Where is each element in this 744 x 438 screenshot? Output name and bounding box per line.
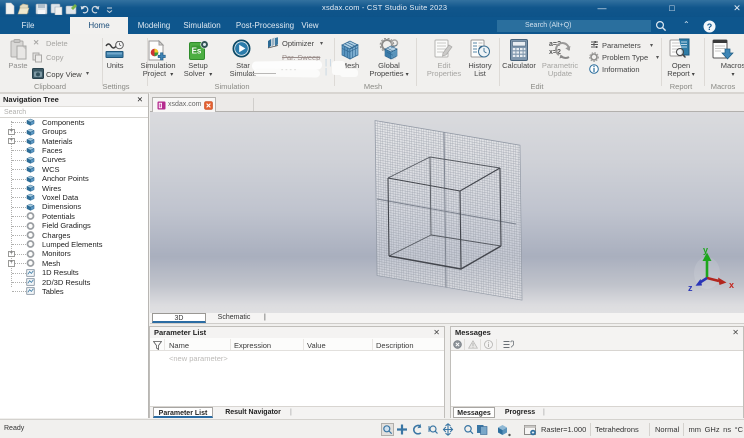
svg-text:x=2: x=2: [549, 49, 561, 56]
svg-text:x: x: [729, 280, 734, 290]
svg-text:Es: Es: [192, 47, 202, 56]
svg-text:y: y: [703, 245, 708, 255]
svg-text:?: ?: [707, 21, 713, 31]
svg-text:z: z: [688, 283, 693, 293]
